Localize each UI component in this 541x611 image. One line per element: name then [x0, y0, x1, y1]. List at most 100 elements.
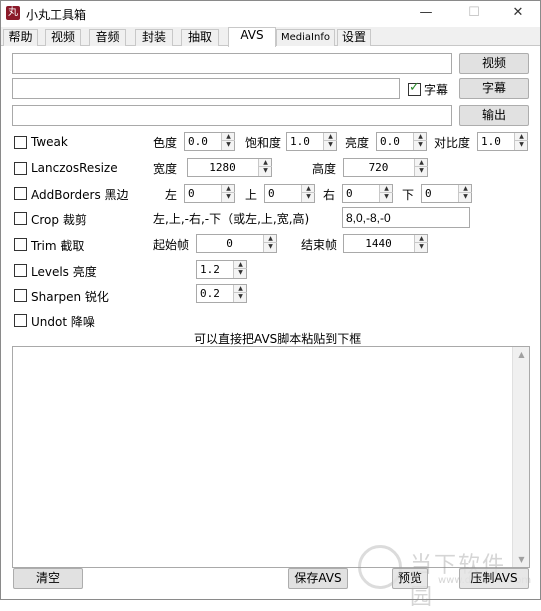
trim-checkbox[interactable] [14, 238, 27, 251]
spin-down-icon[interactable]: ▼ [222, 193, 235, 201]
spin-up-icon[interactable]: ▲ [414, 133, 427, 141]
contrast-label: 对比度 [434, 136, 471, 150]
crop-label: Crop 裁剪 [31, 213, 87, 227]
close-button[interactable]: ✕ [496, 1, 540, 27]
contrast-spinner[interactable]: 1.0 ▲ ▼ [477, 132, 528, 151]
levels-checkbox[interactable] [14, 264, 27, 277]
spin-up-icon[interactable]: ▲ [415, 159, 428, 167]
spin-up-icon[interactable]: ▲ [302, 185, 315, 193]
spin-up-icon[interactable]: ▲ [234, 285, 247, 293]
tab-audio[interactable]: 音频 [89, 29, 126, 46]
width-value: 1280 [209, 161, 236, 174]
start-frame-label: 起始帧 [153, 238, 190, 252]
levels-spinner[interactable]: 1.2 ▲ ▼ [196, 260, 247, 279]
spin-up-icon[interactable]: ▲ [415, 235, 428, 243]
border-top-label: 上 [245, 188, 258, 202]
scroll-up-icon[interactable]: ▲ [513, 350, 530, 359]
spin-up-icon[interactable]: ▲ [264, 235, 277, 243]
spin-up-icon[interactable]: ▲ [459, 185, 472, 193]
spin-down-icon[interactable]: ▼ [324, 141, 337, 149]
save-avs-button[interactable]: 保存AVS [288, 568, 348, 589]
spin-up-icon[interactable]: ▲ [259, 159, 272, 167]
tab-extract[interactable]: 抽取 [181, 29, 219, 46]
end-frame-label: 结束帧 [301, 238, 338, 252]
border-top-spinner[interactable]: 0 ▲ ▼ [264, 184, 315, 203]
subtitle-button[interactable]: 字幕 [459, 78, 529, 99]
spin-down-icon[interactable]: ▼ [414, 141, 427, 149]
crop-input[interactable] [342, 207, 470, 228]
sharpen-spinner[interactable]: 0.2 ▲ ▼ [196, 284, 247, 303]
close-icon: ✕ [512, 5, 524, 20]
spin-down-icon[interactable]: ▼ [515, 141, 528, 149]
levels-value: 1.2 [200, 263, 220, 276]
border-right-spinner[interactable]: 0 ▲ ▼ [342, 184, 393, 203]
saturation-spinner[interactable]: 1.0 ▲ ▼ [286, 132, 337, 151]
spin-down-icon[interactable]: ▼ [415, 243, 428, 251]
brightness-spinner[interactable]: 0.0 ▲ ▼ [376, 132, 427, 151]
maximize-icon: ☐ [468, 5, 480, 20]
lanczos-label: LanczosResize [31, 161, 118, 175]
end-frame-spinner[interactable]: 1440 ▲ ▼ [343, 234, 428, 253]
width-label: 宽度 [153, 162, 178, 176]
crop-checkbox[interactable] [14, 212, 27, 225]
spin-down-icon[interactable]: ▼ [459, 193, 472, 201]
hue-value: 0.0 [188, 135, 208, 148]
spin-up-icon[interactable]: ▲ [380, 185, 393, 193]
undot-checkbox[interactable] [14, 314, 27, 327]
spin-up-icon[interactable]: ▲ [222, 133, 235, 141]
tab-avs[interactable]: AVS [228, 27, 276, 47]
border-right-value: 0 [346, 187, 353, 200]
end-frame-value: 1440 [365, 237, 392, 250]
clear-button[interactable]: 清空 [13, 568, 83, 589]
script-hint: 可以直接把AVS脚本粘贴到下框 [194, 332, 362, 346]
video-button[interactable]: 视频 [459, 53, 529, 74]
spin-down-icon[interactable]: ▼ [415, 167, 428, 175]
subtitle-path-input[interactable] [12, 78, 400, 99]
border-left-label: 左 [165, 188, 178, 202]
border-left-spinner[interactable]: 0 ▲ ▼ [184, 184, 235, 203]
tweak-checkbox[interactable] [14, 136, 27, 149]
compress-avs-button[interactable]: 压制AVS [459, 568, 529, 589]
spin-up-icon[interactable]: ▲ [222, 185, 235, 193]
maximize-button[interactable]: ☐ [452, 1, 496, 27]
tab-help[interactable]: 帮助 [3, 29, 38, 46]
output-path-input[interactable] [12, 105, 452, 126]
preview-button[interactable]: 预览 [392, 568, 428, 589]
start-frame-spinner[interactable]: 0 ▲ ▼ [196, 234, 277, 253]
spin-up-icon[interactable]: ▲ [234, 261, 247, 269]
output-button[interactable]: 输出 [459, 105, 529, 126]
spin-up-icon[interactable]: ▲ [324, 133, 337, 141]
minimize-button[interactable]: — [404, 1, 448, 27]
hue-spinner[interactable]: 0.0 ▲ ▼ [184, 132, 235, 151]
video-path-input[interactable] [12, 53, 452, 74]
spin-down-icon[interactable]: ▼ [264, 243, 277, 251]
tab-bar: 帮助 视频 音频 封装 抽取 AVS MediaInfo 设置 [1, 27, 540, 47]
tweak-label: Tweak [31, 135, 68, 149]
spin-down-icon[interactable]: ▼ [234, 293, 247, 301]
height-spinner[interactable]: 720 ▲ ▼ [343, 158, 428, 177]
border-bottom-spinner[interactable]: 0 ▲ ▼ [421, 184, 472, 203]
brightness-label: 亮度 [345, 136, 370, 150]
saturation-label: 饱和度 [245, 136, 282, 150]
avs-script-textarea[interactable]: ▲ ▼ [12, 346, 530, 568]
border-bottom-label: 下 [402, 188, 415, 202]
tab-mediainfo[interactable]: MediaInfo [276, 29, 335, 46]
subtitle-checkbox[interactable] [408, 80, 421, 96]
sharpen-checkbox[interactable] [14, 289, 27, 302]
spin-down-icon[interactable]: ▼ [380, 193, 393, 201]
width-spinner[interactable]: 1280 ▲ ▼ [187, 158, 272, 177]
tab-video[interactable]: 视频 [45, 29, 81, 46]
saturation-value: 1.0 [290, 135, 310, 148]
tab-settings[interactable]: 设置 [337, 29, 371, 46]
addborders-checkbox[interactable] [14, 187, 27, 200]
spin-down-icon[interactable]: ▼ [259, 167, 272, 175]
tab-mux[interactable]: 封装 [135, 29, 173, 46]
spin-up-icon[interactable]: ▲ [515, 133, 528, 141]
spin-down-icon[interactable]: ▼ [222, 141, 235, 149]
crop-hint: 左,上,-右,-下（或左,上,宽,高) [153, 212, 310, 226]
lanczos-checkbox[interactable] [14, 162, 27, 175]
spin-down-icon[interactable]: ▼ [302, 193, 315, 201]
spin-down-icon[interactable]: ▼ [234, 269, 247, 277]
script-scrollbar[interactable]: ▲ ▼ [512, 347, 529, 567]
app-window: 丸 小丸工具箱 — ☐ ✕ 帮助 视频 音频 封装 抽取 AVS MediaIn… [0, 0, 541, 610]
